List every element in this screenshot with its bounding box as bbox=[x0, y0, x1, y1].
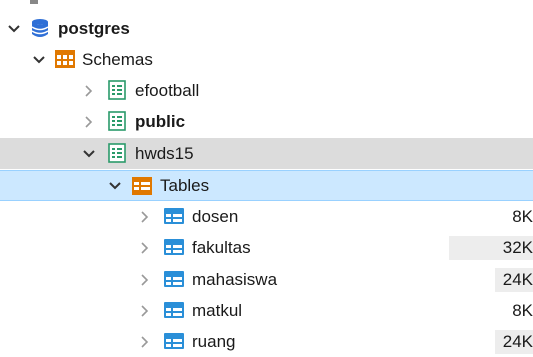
tree-node-postgres[interactable]: postgres bbox=[0, 13, 533, 44]
tree-label: Schemas bbox=[82, 49, 153, 69]
table-name: ruang bbox=[192, 331, 236, 351]
chevron-down-icon[interactable] bbox=[7, 22, 21, 36]
tree-node-tables[interactable]: Tables bbox=[0, 170, 533, 201]
table-icon bbox=[164, 302, 184, 322]
tree-label: public bbox=[135, 111, 186, 131]
chevron-right-icon[interactable] bbox=[82, 115, 96, 129]
tree-node-hwds15[interactable]: hwds15 bbox=[0, 138, 533, 169]
table-size: 24K bbox=[495, 268, 533, 292]
tree-label: postgres bbox=[58, 18, 130, 38]
schemas-icon bbox=[55, 50, 75, 70]
table-icon bbox=[164, 239, 184, 259]
chevron-right-icon[interactable] bbox=[138, 335, 152, 349]
chevron-down-icon[interactable] bbox=[108, 179, 122, 193]
table-size: 8K bbox=[512, 207, 533, 226]
database-icon bbox=[31, 18, 51, 38]
tree-label: hwds15 bbox=[135, 143, 194, 163]
table-icon bbox=[164, 333, 184, 353]
table-size: 8K bbox=[512, 301, 533, 320]
table-row[interactable]: fakultas 32K bbox=[0, 232, 533, 263]
tree-label: Tables bbox=[160, 175, 210, 195]
table-row[interactable]: matkul 8K bbox=[0, 295, 533, 326]
table-name: mahasiswa bbox=[192, 269, 278, 289]
chevron-down-icon[interactable] bbox=[82, 147, 96, 161]
table-icon bbox=[164, 271, 184, 291]
table-row[interactable]: ruang 24K bbox=[0, 326, 533, 357]
schema-icon bbox=[108, 143, 128, 163]
schema-icon bbox=[108, 111, 128, 131]
table-name: fakultas bbox=[192, 237, 251, 257]
chevron-right-icon[interactable] bbox=[138, 241, 152, 255]
tables-folder-icon bbox=[132, 177, 152, 197]
tree-node-schemas[interactable]: Schemas bbox=[0, 44, 533, 75]
table-name: matkul bbox=[192, 300, 243, 320]
chevron-down-icon[interactable] bbox=[32, 53, 46, 67]
tree-node-efootball[interactable]: efootball bbox=[0, 75, 533, 106]
chevron-right-icon[interactable] bbox=[138, 304, 152, 318]
table-row[interactable]: dosen 8K bbox=[0, 201, 533, 232]
tree-label: efootball bbox=[135, 80, 200, 100]
table-size: 24K bbox=[495, 330, 533, 354]
chevron-right-icon[interactable] bbox=[82, 84, 96, 98]
chevron-right-icon[interactable] bbox=[138, 210, 152, 224]
table-row[interactable]: mahasiswa 24K bbox=[0, 264, 533, 295]
table-icon bbox=[164, 208, 184, 228]
partial-row-top bbox=[30, 0, 38, 4]
table-name: dosen bbox=[192, 206, 239, 226]
tree-node-public[interactable]: public bbox=[0, 106, 533, 137]
table-size: 32K bbox=[449, 236, 533, 260]
chevron-right-icon[interactable] bbox=[138, 273, 152, 287]
schema-icon bbox=[108, 80, 128, 100]
